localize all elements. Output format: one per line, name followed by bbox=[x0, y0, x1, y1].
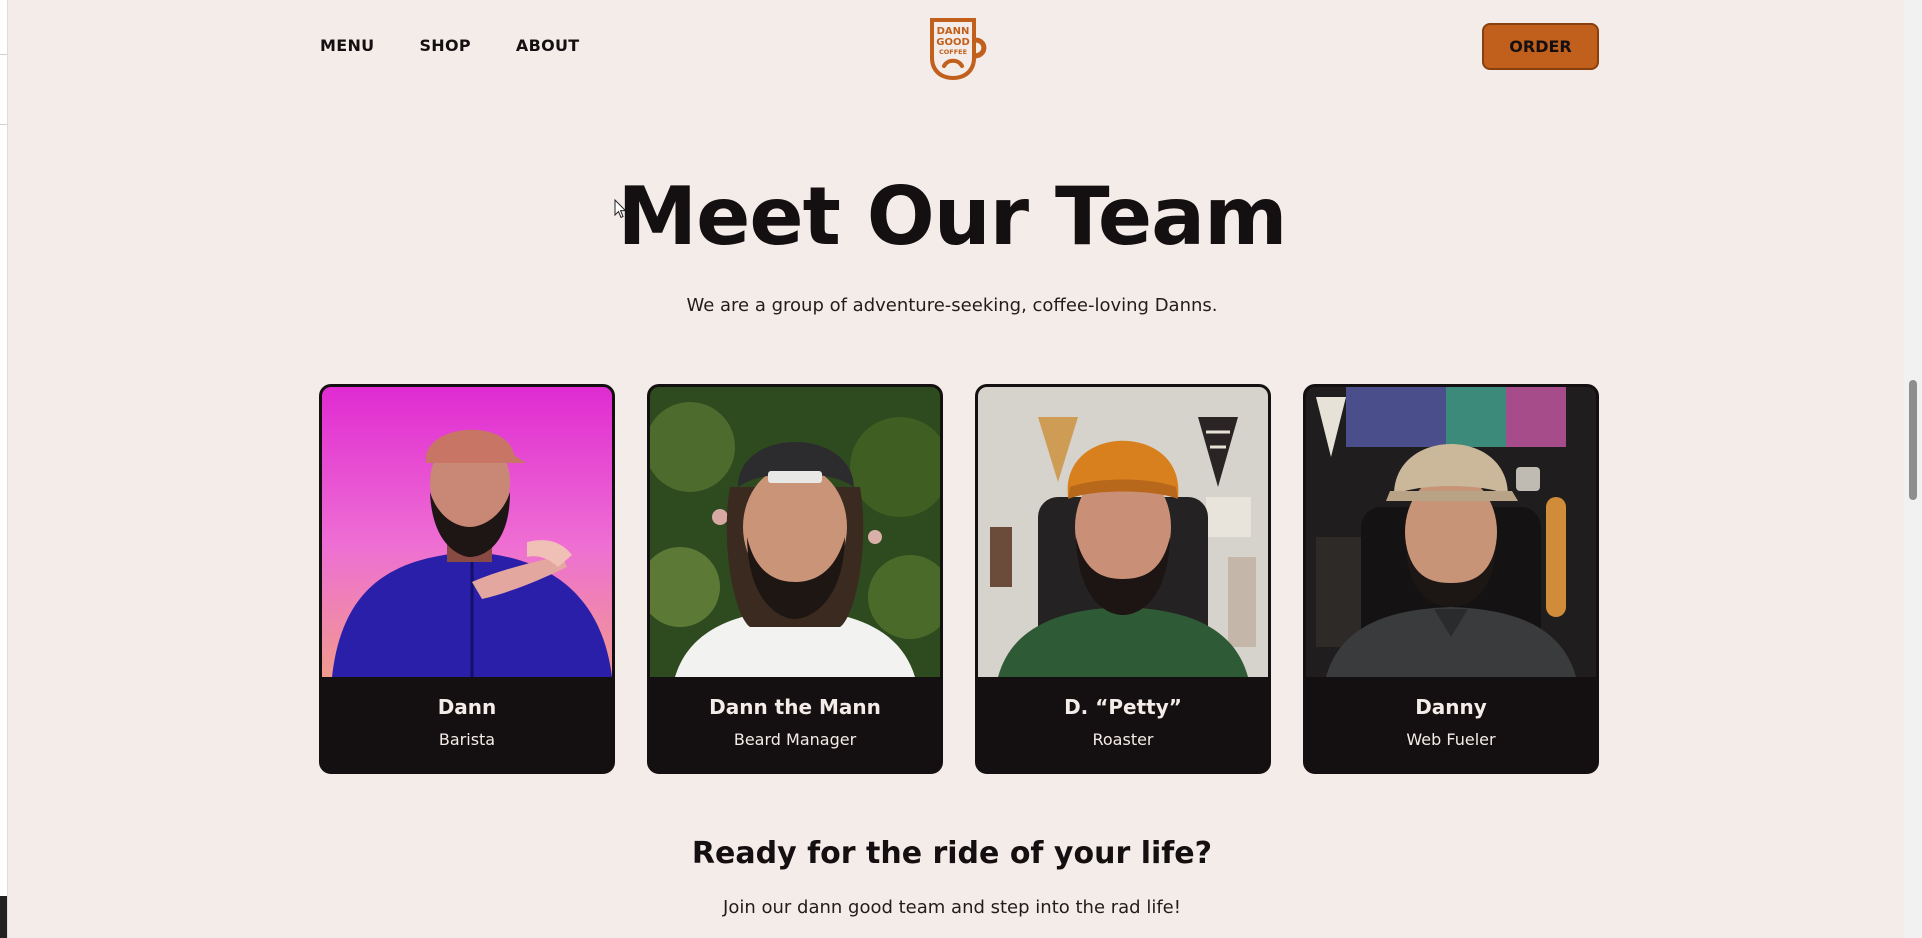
nav-menu-link[interactable]: MENU bbox=[320, 36, 374, 55]
edge-divider bbox=[0, 54, 7, 55]
order-button[interactable]: ORDER bbox=[1482, 23, 1599, 70]
logo-line-1: DANN bbox=[937, 26, 970, 37]
team-member-name: Dann the Mann bbox=[709, 695, 881, 719]
cta-heading: Ready for the ride of your life? bbox=[691, 836, 1213, 871]
logo-line-2: GOOD bbox=[936, 37, 970, 48]
team-member-name: D. “Petty” bbox=[1064, 695, 1182, 719]
team-member-role: Beard Manager bbox=[733, 730, 857, 749]
team-card[interactable]: Dann Barista bbox=[319, 384, 615, 774]
page-title: Meet Our Team bbox=[617, 170, 1287, 263]
team-card[interactable]: Dann the Mann Beard Manager bbox=[647, 384, 943, 774]
nav-about-link[interactable]: ABOUT bbox=[516, 36, 580, 55]
team-member-role: Roaster bbox=[1092, 730, 1154, 749]
team-cards: Dann Barista Dann the Mann Beard Manager bbox=[319, 384, 1599, 774]
page-scrollbar[interactable] bbox=[1904, 0, 1922, 938]
coffee-mug-logo-icon: DANN GOOD COFFEE bbox=[930, 18, 987, 80]
team-photo-dann-the-mann bbox=[650, 387, 940, 677]
page-subtitle: We are a group of adventure-seeking, cof… bbox=[686, 295, 1218, 316]
team-card[interactable]: D. “Petty” Roaster bbox=[975, 384, 1271, 774]
team-card[interactable]: Danny Web Fueler bbox=[1303, 384, 1599, 774]
main-nav: MENU SHOP ABOUT bbox=[320, 36, 579, 55]
team-member-name: Dann bbox=[437, 695, 497, 719]
edge-divider bbox=[0, 124, 7, 125]
team-member-name: Danny bbox=[1415, 695, 1487, 719]
dann-good-coffee-logo[interactable]: DANN GOOD COFFEE bbox=[924, 14, 992, 82]
team-member-role: Web Fueler bbox=[1406, 730, 1496, 749]
team-photo-dann bbox=[322, 387, 612, 677]
scrollbar-thumb[interactable] bbox=[1909, 380, 1917, 500]
logo-line-3: COFFEE bbox=[939, 48, 967, 56]
team-photo-d-petty bbox=[978, 387, 1268, 677]
team-photo-danny bbox=[1306, 387, 1596, 677]
browser-left-edge bbox=[0, 0, 8, 938]
cta-text: Join our dann good team and step into th… bbox=[723, 897, 1181, 918]
nav-shop-link[interactable]: SHOP bbox=[419, 36, 470, 55]
team-member-role: Barista bbox=[438, 730, 496, 749]
